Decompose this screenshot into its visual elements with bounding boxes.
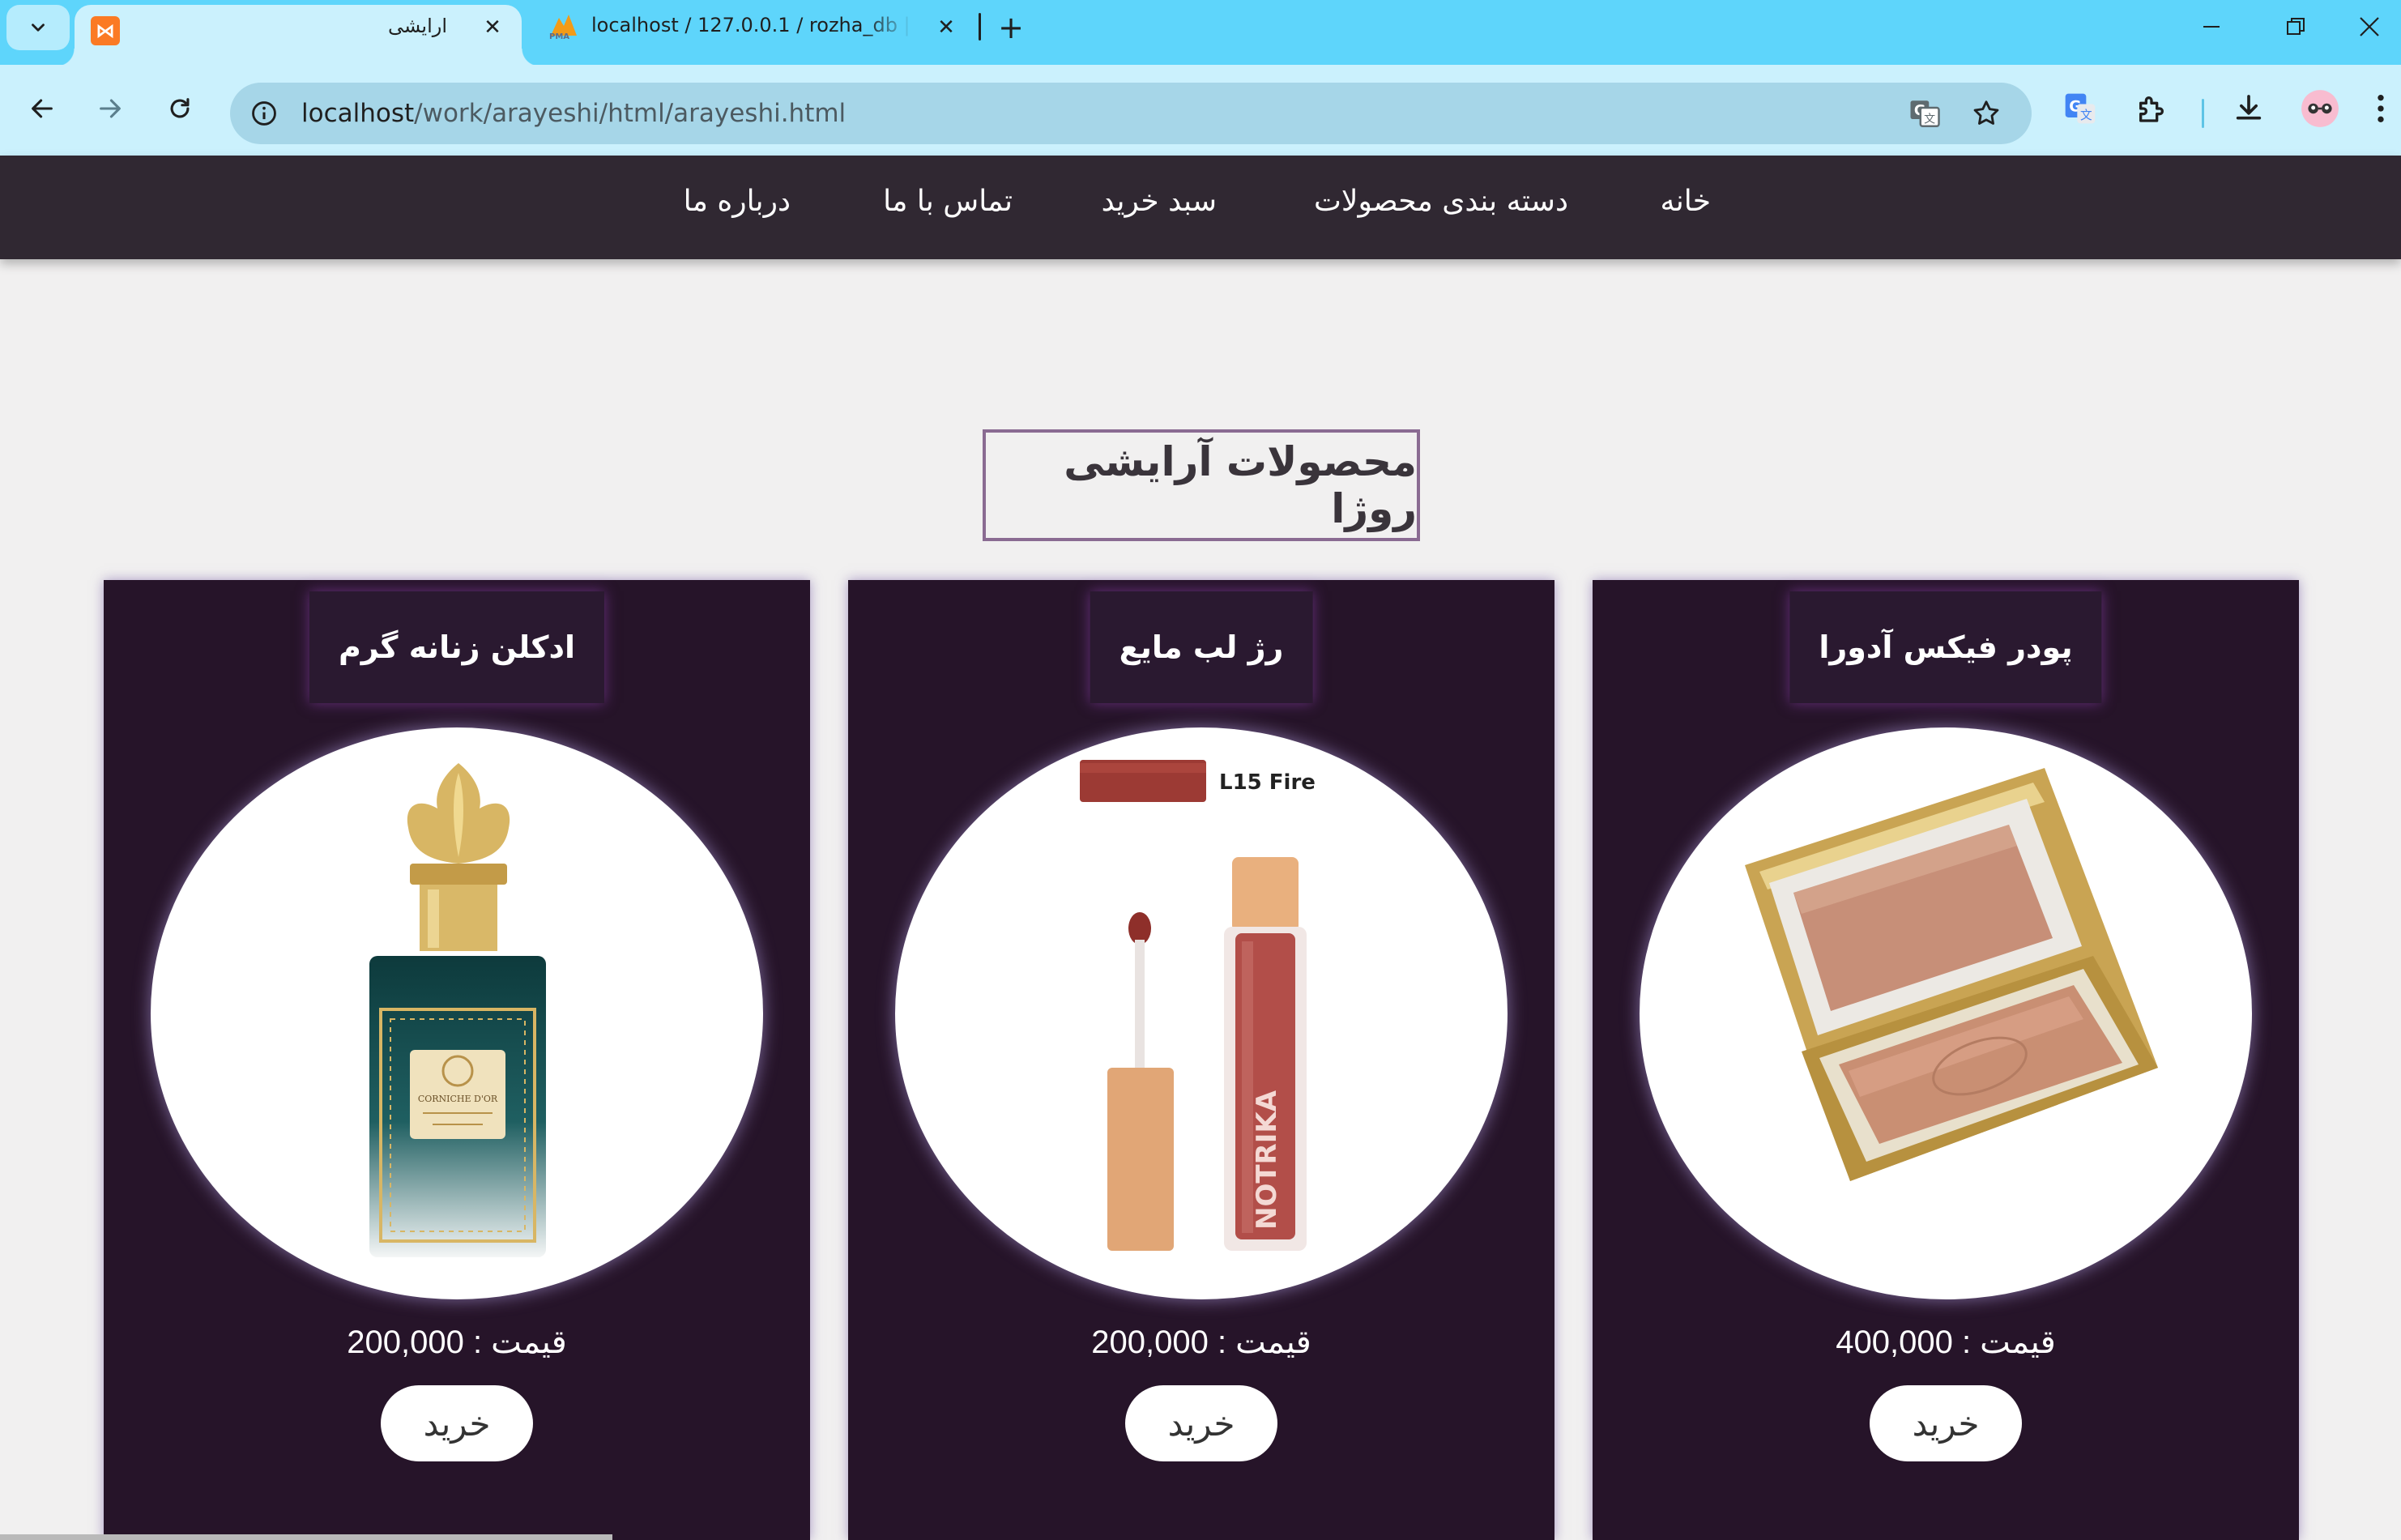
toolbar-separator (2202, 99, 2204, 128)
reload-icon (170, 98, 190, 118)
site-navbar: خانه دسته بندی محصولات سبد خرید تماس با … (0, 156, 2401, 259)
horizontal-scrollbar[interactable] (0, 1534, 612, 1540)
svg-text:文: 文 (2080, 109, 2092, 122)
close-window-button[interactable] (2338, 0, 2401, 53)
arrow-left-icon (32, 99, 53, 118)
product-title: ادکلن زنانه گرم (309, 591, 605, 703)
profile-avatar[interactable] (2296, 84, 2344, 133)
product-card: ادکلن زنانه گرم CORNICHE D'OR قیمت: 200… (104, 580, 810, 1540)
arrow-right-icon (100, 99, 121, 118)
product-title: رژ لب مایع (1090, 591, 1313, 703)
bookmark-star-icon[interactable] (1968, 96, 2004, 131)
url-path: /work/arayeshi/html/arayeshi.html (414, 99, 847, 128)
extensions-puzzle-icon[interactable] (2127, 84, 2176, 133)
nav-about-us[interactable]: درباره ما (684, 185, 791, 218)
restore-icon (2287, 18, 2305, 35)
liquid-lipstick-image: L15 Fire NOTRIKA (1080, 760, 1316, 1251)
buy-button[interactable]: خرید (381, 1385, 533, 1461)
svg-text:PMA: PMA (549, 32, 569, 41)
tab-close-icon[interactable]: ✕ (478, 13, 507, 42)
product-price: قیمت : 400,000 (1836, 1325, 2056, 1360)
perfume-brand-label: CORNICHE D'OR (418, 1094, 498, 1104)
product-price: قیمت : 200,000 (1091, 1325, 1311, 1360)
minimize-button[interactable] (2169, 0, 2254, 53)
downloads-icon[interactable] (2224, 84, 2273, 133)
reload-button[interactable] (154, 83, 206, 134)
product-title: پودر فیکس آدورا (1789, 591, 2102, 703)
url-text[interactable]: localhost/work/arayeshi/html/arayeshi.ht… (301, 99, 846, 128)
product-image-frame: L15 Fire NOTRIKA (895, 727, 1508, 1299)
tab-phpmyadmin[interactable]: localhost / 127.0.0.1 / rozha_db | phpMy… (591, 14, 912, 36)
browser-tabstrip: ⋈ ارایشی ✕ PMA localhost / 127.0.0.1 / r… (0, 0, 2401, 66)
tab-search-button[interactable] (6, 5, 70, 50)
face-powder-compact-image (1745, 768, 2158, 1181)
address-bar[interactable]: localhost/work/arayeshi/html/arayeshi.ht… (230, 83, 2032, 144)
restore-button[interactable] (2254, 0, 2338, 53)
site-info-icon[interactable] (248, 97, 280, 130)
nav-product-categories[interactable]: دسته بندی محصولات (1314, 185, 1568, 218)
nav-home[interactable]: خانه (1660, 185, 1711, 218)
product-card: رژ لب مایع L15 Fire NOTRIKA قیمت : 200,0… (848, 580, 1554, 1540)
minimize-icon (2203, 26, 2220, 28)
product-image-frame (1640, 727, 2252, 1299)
tab-close-icon[interactable]: ✕ (932, 13, 961, 42)
google-translate-extension-icon[interactable]: G文 (2056, 84, 2105, 133)
tab-arayeshi[interactable]: ⋈ ارایشی ✕ (57, 5, 539, 66)
buy-button[interactable]: خرید (1870, 1385, 2022, 1461)
phpmyadmin-favicon-icon: PMA (549, 15, 577, 41)
product-card: پودر فیکس آدورا قیمت : 400,000 خرید (1593, 580, 2299, 1540)
nav-cart[interactable]: سبد خرید (1102, 185, 1217, 218)
browser-menu-icon[interactable] (2360, 84, 2401, 133)
url-host: localhost (301, 99, 415, 128)
translate-icon[interactable]: G文 (1907, 96, 1943, 131)
close-icon (2360, 17, 2379, 36)
tab-separator (979, 13, 981, 41)
back-button[interactable] (16, 83, 68, 134)
perfume-bottle-image: CORNICHE D'OR (369, 763, 546, 1257)
tab-title: ارایشی (387, 15, 447, 37)
buy-button[interactable]: خرید (1125, 1385, 1277, 1461)
xampp-favicon-icon: ⋈ (91, 16, 120, 45)
new-tab-button[interactable]: + (993, 10, 1029, 45)
svg-text:文: 文 (1924, 113, 1935, 126)
lipstick-shade-label: L15 Fire (1219, 770, 1316, 795)
forward-button[interactable] (84, 83, 136, 134)
nav-contact-us[interactable]: تماس با ما (883, 185, 1013, 218)
lipstick-brand-label: NOTRIKA (1251, 1090, 1283, 1230)
page-title: محصولات آرایشی روژا (983, 429, 1420, 541)
product-image-frame: CORNICHE D'OR (151, 727, 763, 1299)
product-price: قیمت : 200,000 (347, 1325, 567, 1360)
chevron-down-icon (32, 23, 45, 32)
browser-toolbar: localhost/work/arayeshi/html/arayeshi.ht… (0, 65, 2401, 156)
